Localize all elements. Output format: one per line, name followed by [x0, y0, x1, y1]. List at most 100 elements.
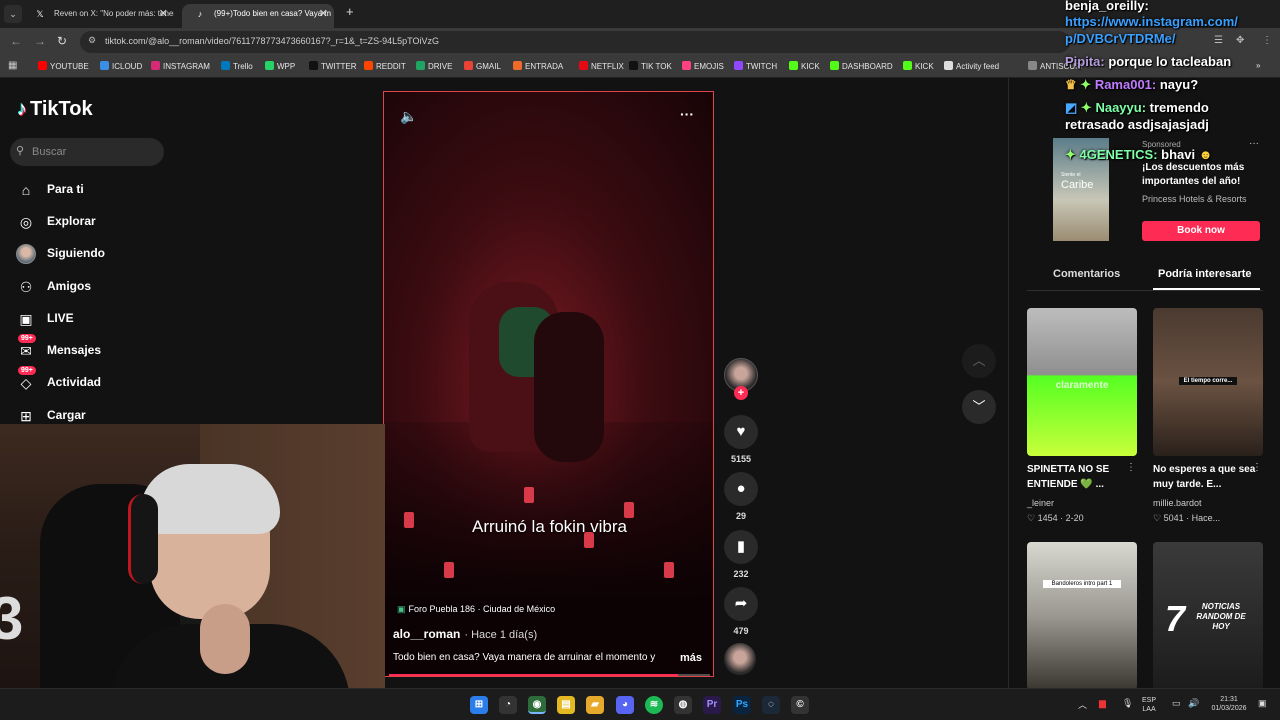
- tiktok-logo[interactable]: ♪ TikTok: [17, 98, 93, 121]
- comment-button[interactable]: ● 29: [723, 472, 759, 521]
- bookmark-item[interactable]: Trello: [221, 61, 253, 71]
- reload-icon[interactable]: ↻: [57, 34, 67, 48]
- photoshop-icon[interactable]: Ps: [733, 696, 751, 714]
- video-author[interactable]: alo__roman · Hace 1 día(s): [393, 627, 537, 641]
- book-now-button[interactable]: Book now: [1142, 221, 1260, 241]
- microphone-icon[interactable]: 🎙: [1122, 698, 1133, 709]
- bookmark-item[interactable]: ENTRADA: [513, 61, 563, 71]
- nav-item-amigos[interactable]: ⚇ Amigos: [16, 273, 186, 301]
- previous-video-button[interactable]: ︿: [962, 344, 996, 378]
- windows-start-icon[interactable]: ⊞: [470, 696, 488, 714]
- clock[interactable]: 21:31 01/03/2026: [1206, 695, 1252, 713]
- bookmark-favicon-icon: [265, 61, 274, 70]
- video-progress-bar[interactable]: [389, 674, 710, 676]
- card-username[interactable]: _leiner: [1027, 498, 1054, 508]
- bookmark-item[interactable]: Activity feed: [944, 61, 999, 71]
- app-icon[interactable]: ◔: [499, 696, 517, 714]
- tray-app-icon[interactable]: ▆: [1099, 698, 1106, 709]
- card-title[interactable]: No esperes a que sea muy tarde. E...: [1153, 462, 1263, 492]
- share-button[interactable]: ➦ 479: [723, 587, 759, 636]
- next-video-button[interactable]: ﹀: [962, 390, 996, 424]
- ad-headline: ¡Los descuentos más importantes del año!: [1142, 162, 1245, 187]
- author-username[interactable]: alo__roman: [393, 627, 460, 641]
- forward-icon[interactable]: →: [34, 34, 46, 48]
- bookmark-item[interactable]: INSTAGRAM: [151, 61, 210, 71]
- bookmark-item[interactable]: KICK: [789, 61, 820, 71]
- search-input[interactable]: ⚲ Buscar: [10, 138, 164, 166]
- bookmark-item[interactable]: EMOJIS: [682, 61, 724, 71]
- bookmark-item[interactable]: YOUTUBE: [38, 61, 89, 71]
- video-player[interactable]: 🔈 ··· Arruinó la fokin vibra ▣ Foro Puebl…: [383, 91, 714, 677]
- bookmark-favicon-icon: [903, 61, 912, 70]
- volume-icon[interactable]: 🔈: [400, 108, 417, 125]
- new-tab-button[interactable]: +: [346, 4, 354, 19]
- bookmark-item[interactable]: REDDIT: [364, 61, 406, 71]
- upload-icon: ⊞: [20, 408, 32, 424]
- bookmark-item[interactable]: TWITTER: [309, 61, 357, 71]
- language-indicator[interactable]: ESP LAA: [1142, 696, 1156, 714]
- premiere-icon[interactable]: Pr: [703, 696, 721, 714]
- browser-tab-active[interactable]: ♪ (99+)Todo bien en casa? Vaya m ✕: [182, 4, 334, 28]
- video-thumbnail[interactable]: 7 NOTICIAS RANDOM DE HOY: [1153, 542, 1263, 690]
- tray-overflow-icon[interactable]: ︿: [1078, 698, 1087, 711]
- discord-icon[interactable]: ◕: [616, 696, 634, 714]
- steam-icon[interactable]: ◌: [762, 696, 780, 714]
- volume-icon[interactable]: 🔊: [1188, 698, 1199, 709]
- bookmark-label: KICK: [801, 62, 820, 71]
- more-options-icon[interactable]: ···: [680, 106, 694, 122]
- more-link[interactable]: más: [680, 652, 702, 664]
- bookmark-favicon-icon: [734, 61, 743, 70]
- site-info-icon[interactable]: ⚙: [88, 35, 96, 46]
- crown-badge-icon: ♛: [1065, 77, 1077, 92]
- video-thumbnail[interactable]: El tiempo corre...: [1153, 308, 1263, 456]
- card-more-icon[interactable]: ⋮: [1126, 462, 1136, 473]
- location-tag[interactable]: ▣ Foro Puebla 186 · Ciudad de México: [394, 603, 559, 616]
- app-icon[interactable]: ©: [791, 696, 809, 714]
- video-thumbnail[interactable]: claramente: [1027, 308, 1137, 456]
- bookmark-item[interactable]: DRIVE: [416, 61, 452, 71]
- bookmark-item[interactable]: KICK: [903, 61, 934, 71]
- card-more-icon[interactable]: ⋮: [1252, 462, 1262, 473]
- browser-tab[interactable]: 𝕏 Reven on X: "No poder más: tener ✕: [22, 4, 174, 28]
- chrome-icon[interactable]: ◉: [528, 696, 546, 714]
- notes-icon[interactable]: ▤: [557, 696, 575, 714]
- tab-comentarios[interactable]: Comentarios: [1053, 268, 1120, 280]
- ad-more-icon[interactable]: ···: [1249, 138, 1259, 149]
- next-video-avatar[interactable]: [724, 643, 756, 675]
- card-username[interactable]: millie.bardot: [1153, 498, 1202, 508]
- bookmark-item[interactable]: TIK TOK: [629, 61, 672, 71]
- bookmark-item[interactable]: WPP: [265, 61, 295, 71]
- close-tab-icon[interactable]: ✕: [159, 4, 168, 24]
- tabs-divider: [1027, 290, 1263, 291]
- back-icon[interactable]: ←: [10, 34, 22, 48]
- follow-button[interactable]: +: [734, 386, 748, 400]
- file-explorer-icon[interactable]: ▰: [586, 696, 604, 714]
- obs-icon[interactable]: ◍: [674, 696, 692, 714]
- tiktok-note-icon: ♪: [17, 98, 27, 120]
- notifications-icon[interactable]: ▣: [1258, 698, 1267, 709]
- close-tab-icon[interactable]: ✕: [319, 4, 328, 24]
- tab-podria-interesarte[interactable]: Podría interesarte: [1158, 268, 1252, 280]
- address-bar[interactable]: ⚙ tiktok.com/@alo__roman/video/761177877…: [80, 31, 1070, 53]
- nav-item-para-ti[interactable]: ⌂ Para ti: [16, 176, 186, 204]
- spotify-icon[interactable]: ≋: [645, 696, 663, 714]
- bookmark-item[interactable]: DASHBOARD: [830, 61, 893, 71]
- nav-item-live[interactable]: ▣ LIVE: [16, 305, 186, 333]
- video-thumbnail[interactable]: Bandoleros intro part 1: [1027, 542, 1137, 690]
- nav-item-explorar[interactable]: ◎ Explorar: [16, 208, 186, 236]
- card-title[interactable]: SPINETTA NO SE ENTIENDE 💚 ...: [1027, 462, 1137, 492]
- nav-item-actividad[interactable]: ◇ 99+ Actividad: [16, 366, 186, 397]
- nav-item-siguiendo[interactable]: Siguiendo: [16, 240, 186, 268]
- bookmark-item[interactable]: NETFLIX: [579, 61, 624, 71]
- apps-grid-icon[interactable]: ▦: [8, 60, 17, 71]
- like-button[interactable]: ♥ 5155: [723, 415, 759, 464]
- verified-badge-icon: ◩: [1065, 100, 1078, 115]
- network-icon[interactable]: ▭: [1172, 698, 1181, 709]
- bookmark-item[interactable]: TWITCH: [734, 61, 777, 71]
- save-button[interactable]: ▮ 232: [723, 530, 759, 579]
- bookmark-item[interactable]: ICLOUD: [100, 61, 142, 71]
- thumbnail-overlay-text: Bandoleros intro part 1: [1043, 580, 1121, 588]
- tab-search-button[interactable]: ⌄: [4, 5, 22, 23]
- nav-item-mensajes[interactable]: ✉ 99+ Mensajes: [16, 334, 186, 365]
- bookmark-item[interactable]: GMAIL: [464, 61, 501, 71]
